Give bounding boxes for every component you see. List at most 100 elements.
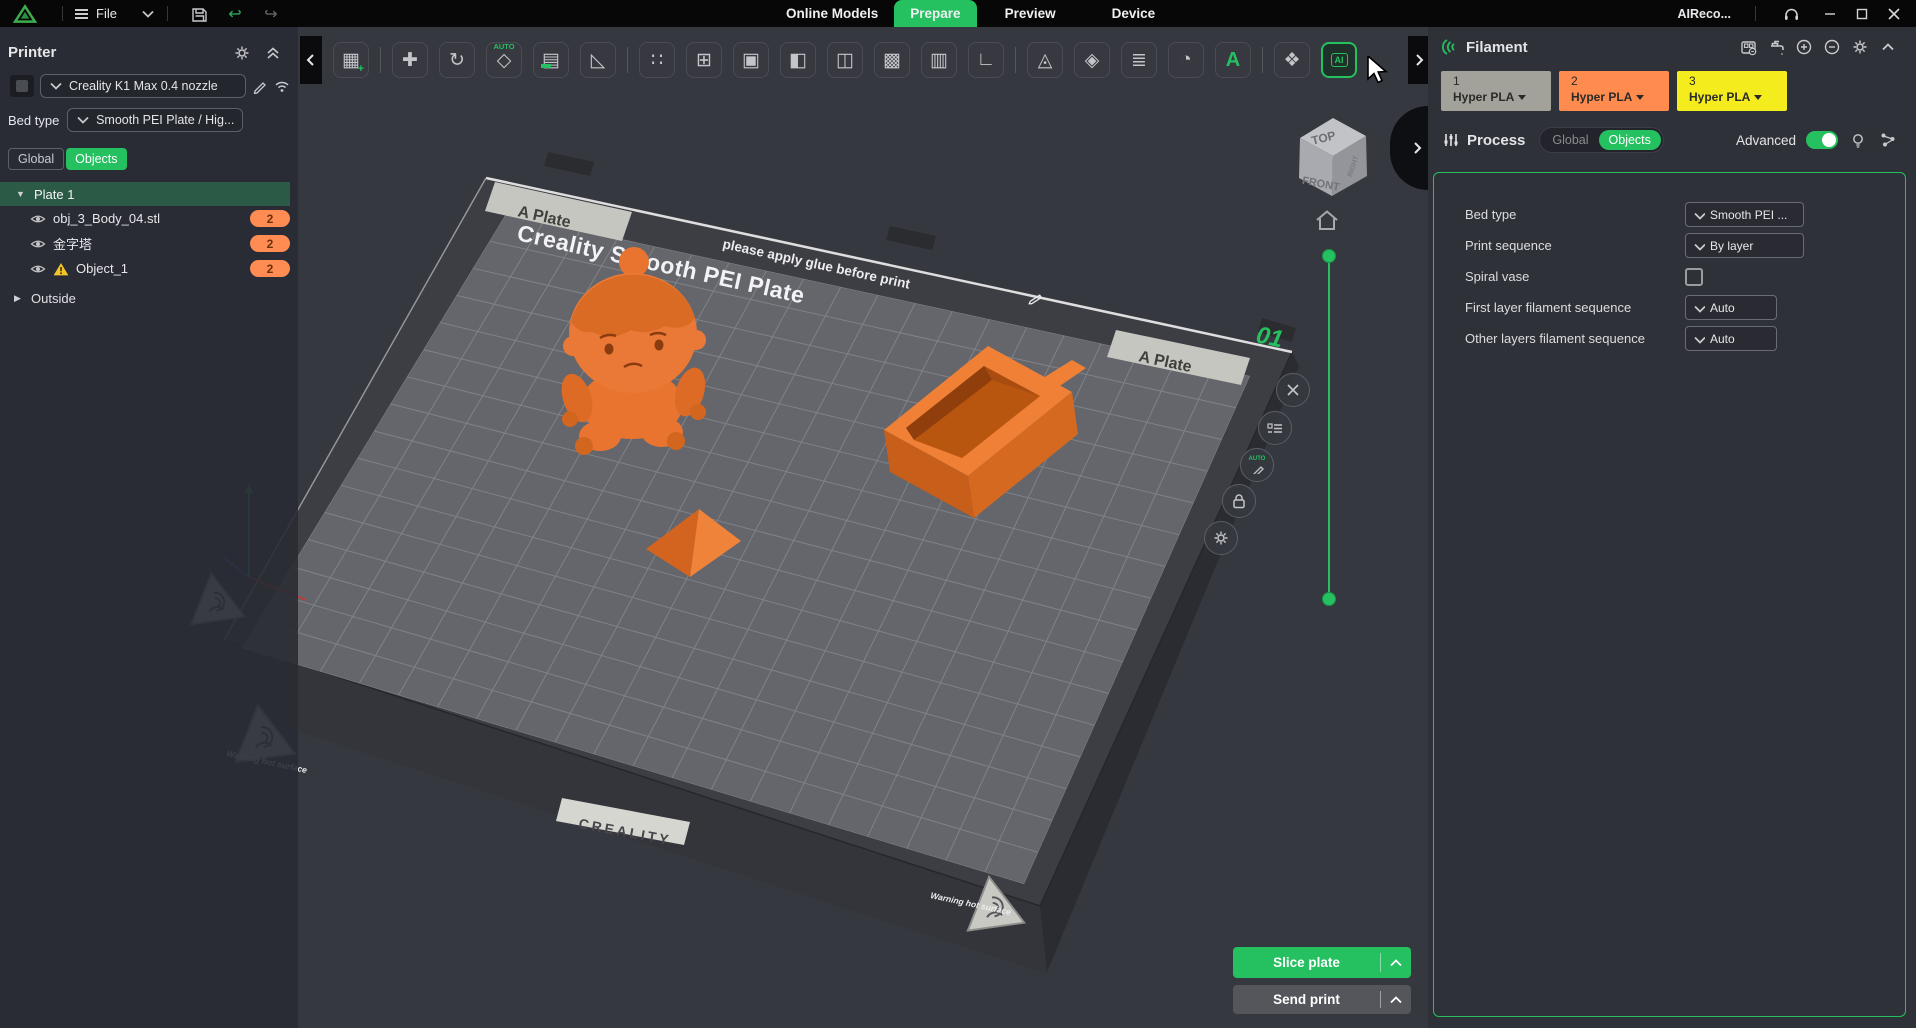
plugin-button[interactable]: ❖ — [1274, 42, 1310, 78]
pattern-fill-button[interactable]: ▥ — [921, 42, 957, 78]
arrange-icon: ▤ — [542, 49, 560, 72]
tab-device[interactable]: Device — [1096, 0, 1172, 27]
chevron-down-icon — [1693, 240, 1705, 252]
minimize-button[interactable] — [1816, 0, 1844, 27]
process-scope-objects[interactable]: Objects — [1599, 130, 1661, 150]
filament-slot-3[interactable]: 3 Hyper PLA — [1677, 71, 1787, 111]
text-tool-button[interactable]: A — [1215, 42, 1251, 78]
visibility-eye-icon[interactable] — [30, 213, 46, 225]
maximize-button[interactable] — [1848, 0, 1876, 27]
filament-collapse-icon[interactable] — [1878, 37, 1898, 57]
speed-paint-icon: ◔ — [1180, 49, 1191, 71]
ai-detect-button[interactable]: AI — [1321, 42, 1357, 78]
edit-printer-pencil-icon[interactable] — [252, 78, 268, 94]
lay-on-face-button[interactable]: ◺ — [580, 42, 616, 78]
save-button[interactable] — [190, 5, 208, 23]
spiral-vase-checkbox[interactable] — [1685, 268, 1703, 286]
merge-model-button[interactable]: ◧ — [780, 42, 816, 78]
slice-plate-button[interactable]: Slice plate — [1233, 947, 1411, 978]
support-headset-icon[interactable] — [1782, 5, 1800, 23]
clone-button[interactable]: ▩ — [874, 42, 910, 78]
other-layers-sequence-select[interactable]: Auto — [1685, 326, 1777, 351]
file-menu-chevron[interactable] — [139, 5, 157, 23]
flush-filament-icon[interactable] — [1766, 37, 1786, 57]
printer-wifi-icon[interactable] — [274, 78, 290, 94]
printer-settings-gear-icon[interactable] — [234, 45, 250, 61]
auto-orient-button[interactable]: AUTO◇ — [486, 42, 522, 78]
filament-count-badge[interactable]: 2 — [250, 235, 290, 252]
file-menu[interactable]: File — [73, 6, 117, 22]
layer-slider-handle-bottom[interactable] — [1322, 592, 1336, 606]
rotate-button[interactable]: ↻ — [439, 42, 475, 78]
measure-button[interactable]: ∟ — [968, 42, 1004, 78]
first-layer-sequence-select[interactable]: Auto — [1685, 295, 1777, 320]
arrange-options-button[interactable]: ⊞ — [686, 42, 722, 78]
speed-paint-button[interactable]: ◔ — [1168, 42, 1204, 78]
filament-slot-2[interactable]: 2 Hyper PLA — [1559, 71, 1669, 111]
toolbar-collapse-left[interactable] — [300, 36, 322, 84]
tree-row-outside[interactable]: ▶ Outside — [0, 287, 298, 309]
plate-close-button[interactable] — [1276, 373, 1310, 407]
height-range-button[interactable]: ≣ — [1121, 42, 1157, 78]
process-scope-toggle[interactable]: Global Objects — [1539, 127, 1664, 153]
setting-row-print-sequence: Print sequence By layer — [1434, 230, 1905, 261]
panel-collapse-icon[interactable] — [266, 46, 280, 60]
slice-options-chevron[interactable] — [1381, 956, 1411, 970]
boolean-button[interactable]: ◫ — [827, 42, 863, 78]
tab-prepare[interactable]: Prepare — [894, 0, 976, 27]
filament-settings-gear-icon[interactable] — [1850, 37, 1870, 57]
caret-down-icon[interactable]: ▼ — [16, 189, 26, 199]
setting-row-other-layers-sequence: Other layers filament sequence Auto — [1434, 323, 1905, 354]
send-options-chevron[interactable] — [1381, 993, 1411, 1007]
scope-tab-global[interactable]: Global — [8, 148, 64, 170]
filament-slot-1[interactable]: 1 Hyper PLA — [1441, 71, 1551, 111]
home-view-button[interactable] — [1314, 208, 1341, 234]
ai-recognition-label[interactable]: AIReco... — [1678, 7, 1732, 21]
advanced-toggle[interactable] — [1806, 131, 1838, 149]
tab-online-models[interactable]: Online Models — [770, 0, 894, 27]
hamburger-icon — [73, 6, 90, 22]
parameter-workflow-icon[interactable] — [1878, 130, 1898, 150]
close-button[interactable] — [1880, 0, 1908, 27]
process-scope-global[interactable]: Global — [1542, 133, 1598, 147]
split-model-button[interactable]: ▣ — [733, 42, 769, 78]
bed-type-setting-select[interactable]: Smooth PEI ... — [1685, 202, 1804, 227]
arrange-button[interactable]: ▤ — [533, 42, 569, 78]
view-cube[interactable]: TOP FRONT RIGHT — [1290, 108, 1374, 204]
visibility-eye-icon[interactable] — [30, 263, 46, 275]
plate-auto-name-button[interactable]: AUTO — [1240, 448, 1274, 482]
warning-icon — [53, 262, 69, 276]
add-plate-button[interactable]: ▦+ — [333, 42, 369, 78]
redo-button[interactable]: ↪ — [262, 5, 280, 23]
tree-row-plate-1[interactable]: ▼ Plate 1 — [0, 182, 290, 206]
add-filament-icon[interactable] — [1794, 37, 1814, 57]
chevron-down-icon — [1693, 209, 1705, 221]
printer-select[interactable]: Creality K1 Max 0.4 nozzle — [40, 74, 246, 98]
material-station-icon[interactable] — [1738, 37, 1758, 57]
layer-slider-handle-top[interactable] — [1322, 249, 1336, 263]
filament-count-badge[interactable]: 2 — [250, 210, 290, 227]
remove-filament-icon[interactable] — [1822, 37, 1842, 57]
plate-settings-button[interactable] — [1204, 521, 1238, 555]
hint-bulb-icon[interactable] — [1848, 130, 1868, 150]
scope-tab-objects[interactable]: Objects — [66, 148, 126, 170]
tree-row-object[interactable]: Object_1 2 — [0, 256, 298, 281]
support-paint-button[interactable]: ◬ — [1027, 42, 1063, 78]
bed-type-select[interactable]: Smooth PEI Plate / Hig... — [67, 108, 243, 132]
move-button[interactable]: ✚ — [392, 42, 428, 78]
layer-slider-track[interactable] — [1328, 256, 1330, 600]
tab-preview[interactable]: Preview — [989, 0, 1072, 27]
visibility-eye-icon[interactable] — [30, 238, 46, 250]
arrange-all-plates-button[interactable]: ∷ — [639, 42, 675, 78]
send-print-button[interactable]: Send print — [1233, 985, 1411, 1014]
filament-count-badge[interactable]: 2 — [250, 260, 290, 277]
seam-paint-button[interactable]: ◈ — [1074, 42, 1110, 78]
caret-right-icon[interactable]: ▶ — [14, 293, 24, 304]
print-sequence-select[interactable]: By layer — [1685, 233, 1804, 258]
tree-row-object[interactable]: 金字塔 2 — [0, 231, 298, 256]
tree-row-object[interactable]: obj_3_Body_04.stl 2 — [0, 206, 298, 231]
plate-lock-button[interactable] — [1222, 484, 1256, 518]
toolbar-collapse-right[interactable] — [1408, 36, 1430, 84]
plate-list-button[interactable] — [1258, 411, 1292, 445]
undo-button[interactable]: ↩ — [226, 5, 244, 23]
